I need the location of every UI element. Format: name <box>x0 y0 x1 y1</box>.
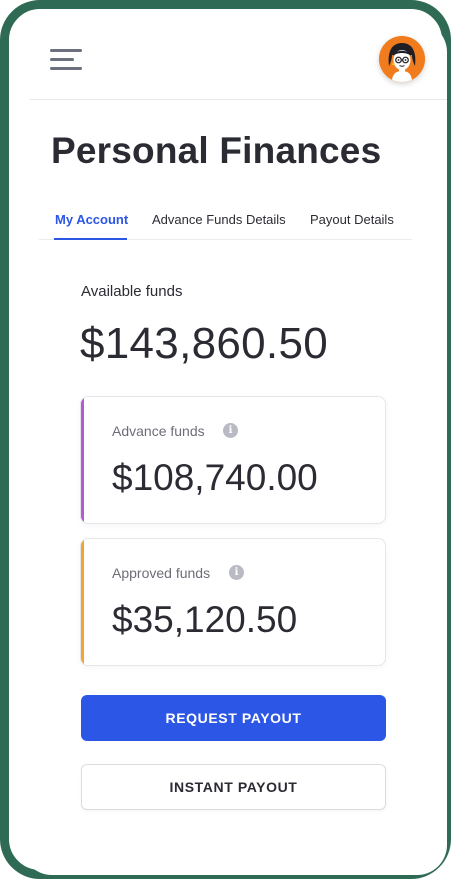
available-funds-label: Available funds <box>81 283 183 300</box>
user-avatar[interactable] <box>379 36 425 82</box>
app-screen: Personal Finances My Account Advance Fun… <box>22 22 447 875</box>
card-accent-bar <box>81 539 84 665</box>
advance-funds-label: Advance funds <box>112 423 205 439</box>
request-payout-button[interactable]: REQUEST PAYOUT <box>81 695 386 741</box>
active-tab-indicator <box>54 238 127 240</box>
info-icon[interactable]: i <box>229 565 244 580</box>
tab-my-account[interactable]: My Account <box>55 212 128 227</box>
menu-line <box>50 67 82 70</box>
menu-line <box>50 49 82 52</box>
instant-payout-button[interactable]: INSTANT PAYOUT <box>81 764 386 810</box>
advance-funds-card: Advance funds i $108,740.00 <box>80 396 386 524</box>
approved-funds-label: Approved funds <box>112 565 211 581</box>
menu-line <box>50 58 74 61</box>
tab-advance-funds-details[interactable]: Advance Funds Details <box>152 212 286 227</box>
account-tabs: My Account Advance Funds Details Payout … <box>39 208 412 240</box>
page-title: Personal Finances <box>51 130 382 171</box>
device-frame: Personal Finances My Account Advance Fun… <box>0 0 451 879</box>
advance-funds-amount: $108,740.00 <box>112 457 318 498</box>
avatar-illustration <box>379 36 425 82</box>
card-accent-bar <box>81 397 84 523</box>
info-icon[interactable]: i <box>223 423 238 438</box>
approved-funds-amount: $35,120.50 <box>112 599 298 640</box>
tab-payout-details[interactable]: Payout Details <box>310 212 394 227</box>
header-divider <box>30 99 447 100</box>
approved-funds-card: Approved funds i $35,120.50 <box>80 538 386 666</box>
available-funds-amount: $143,860.50 <box>80 319 328 368</box>
hamburger-menu-icon[interactable] <box>50 47 84 73</box>
